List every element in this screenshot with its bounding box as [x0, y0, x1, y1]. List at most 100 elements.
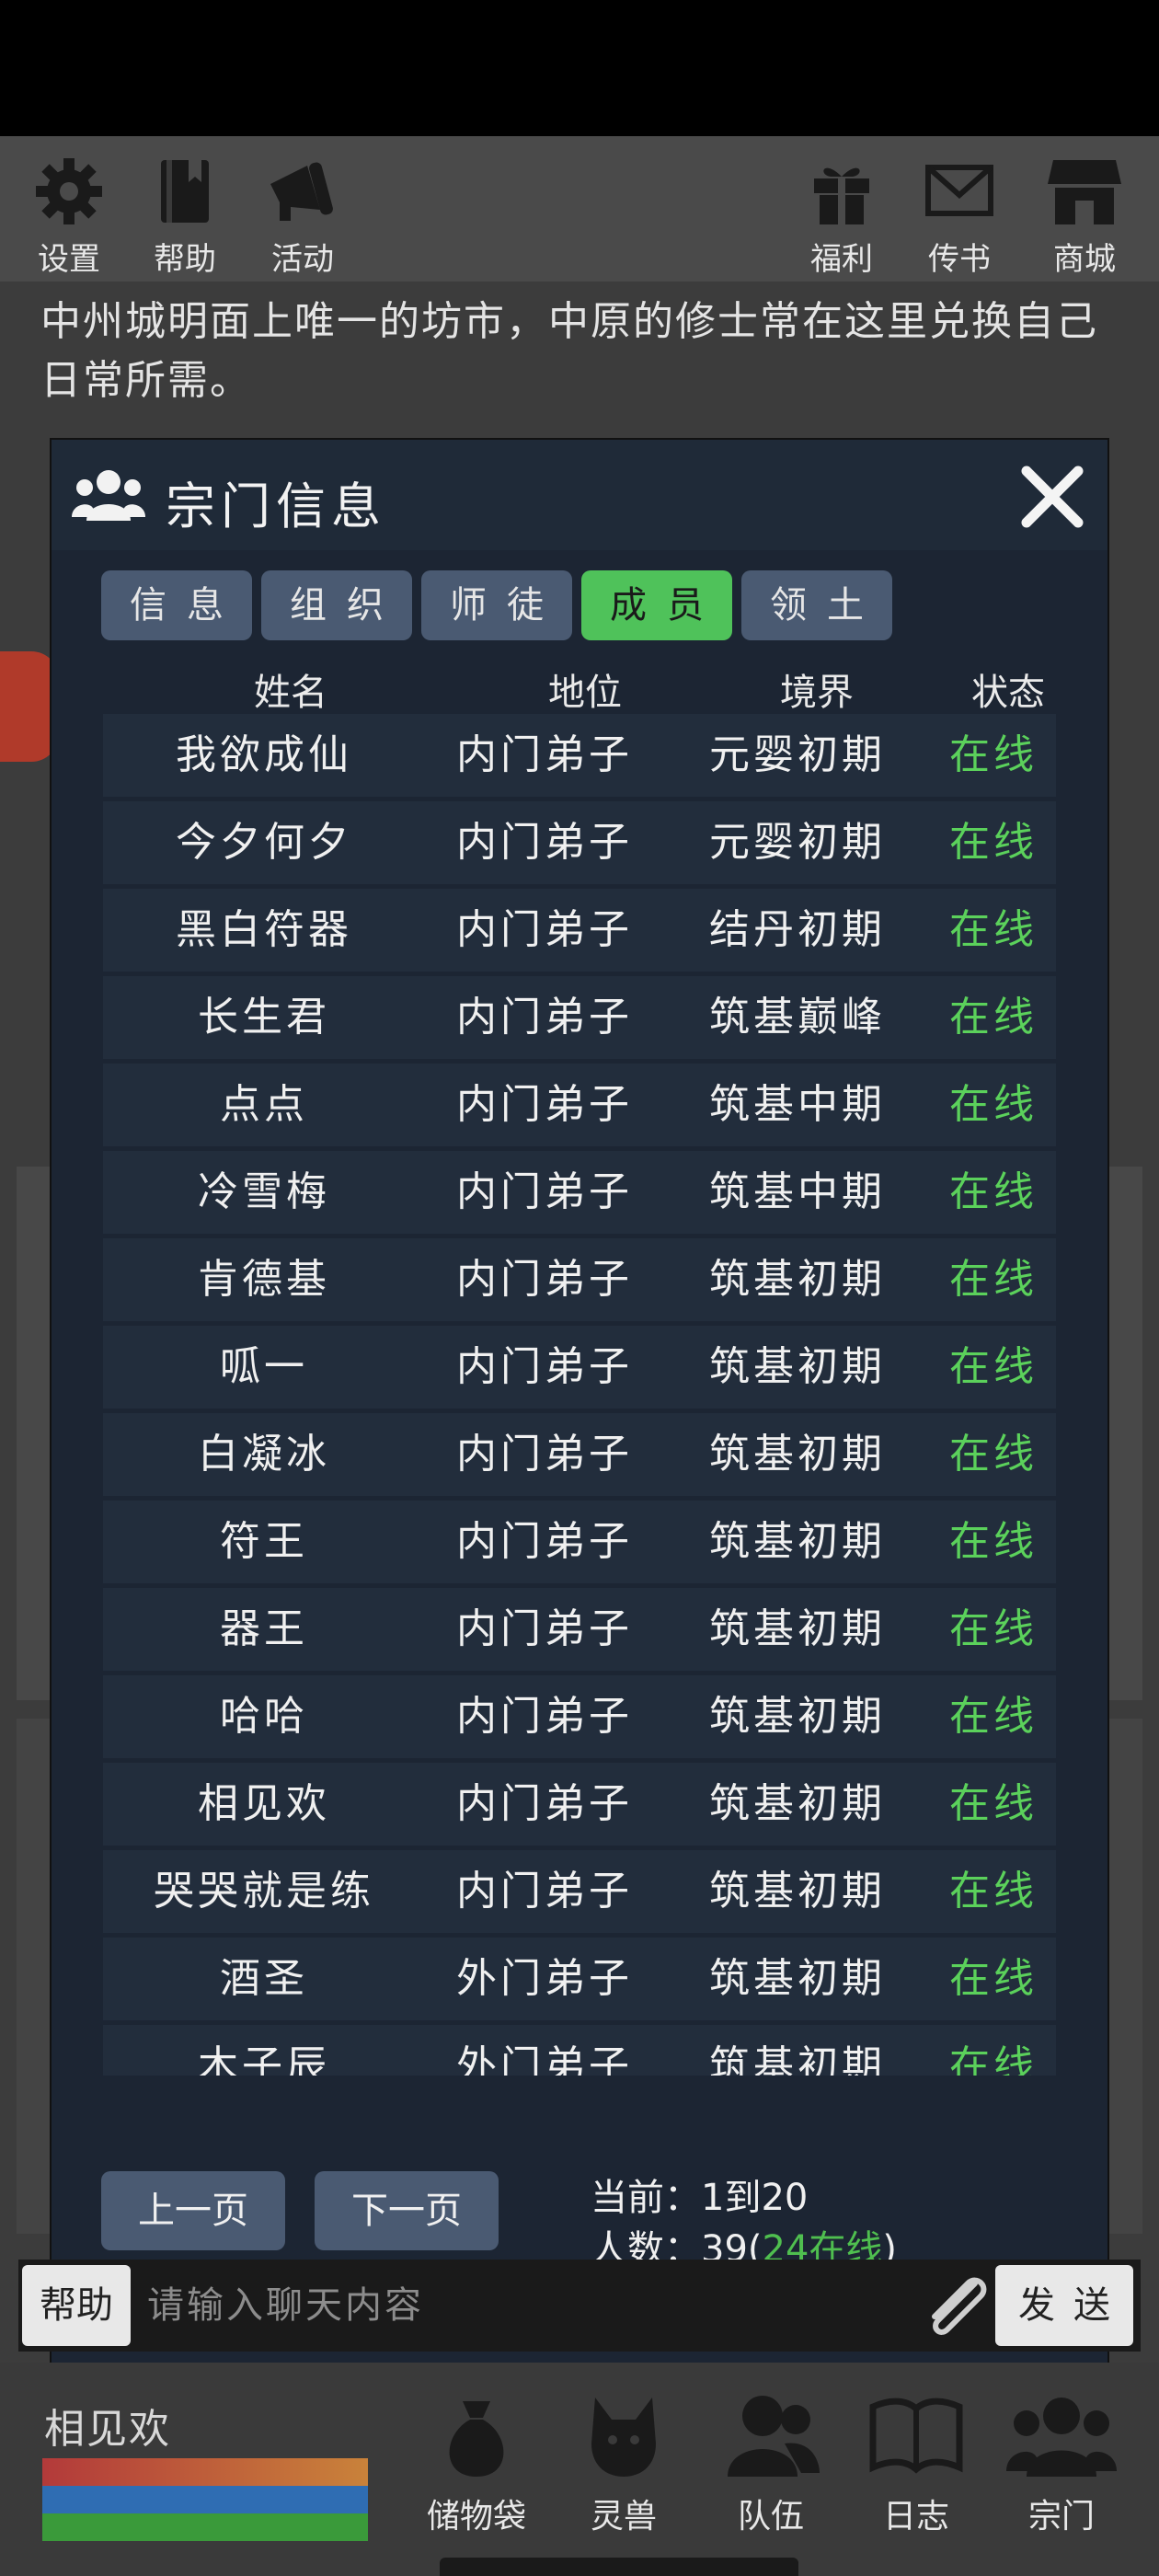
- nav-team-label: 队伍: [737, 2498, 804, 2536]
- sect-icon: [1006, 2398, 1117, 2477]
- member-row[interactable]: 我欲成仙 内门弟子 元婴初期 在线: [103, 714, 1056, 797]
- member-realm: 筑基初期: [709, 2042, 886, 2076]
- tab-organization[interactable]: 组织: [261, 570, 412, 640]
- nav-journal[interactable]: 日志: [852, 2388, 981, 2537]
- gear-icon: [36, 158, 102, 224]
- member-realm: 元婴初期: [709, 731, 886, 778]
- member-row[interactable]: 器王 内门弟子 筑基初期 在线: [103, 1588, 1056, 1671]
- member-row[interactable]: 肯德基 内门弟子 筑基初期 在线: [103, 1238, 1056, 1321]
- member-rank: 内门弟子: [456, 1780, 633, 1827]
- member-list[interactable]: 我欲成仙 内门弟子 元婴初期 在线 今夕何夕 内门弟子 元婴初期 在线 黑白符器 内门弟子 结丹初期…: [103, 714, 1056, 2076]
- member-name: 白凝冰: [198, 1431, 330, 1478]
- member-row[interactable]: 哈哈 内门弟子 筑基初期 在线: [103, 1675, 1056, 1758]
- member-rank: 内门弟子: [456, 1256, 633, 1303]
- prev-page-button[interactable]: 上一页: [101, 2171, 285, 2250]
- member-name: 今夕何夕: [176, 819, 352, 866]
- member-realm: 筑基中期: [709, 1081, 886, 1128]
- activity-button[interactable]: 活动: [252, 155, 353, 279]
- member-row[interactable]: 黑白符器 内门弟子 结丹初期 在线: [103, 889, 1056, 972]
- scrollbar[interactable]: [440, 2558, 798, 2576]
- member-row[interactable]: 符王 内门弟子 筑基初期 在线: [103, 1501, 1056, 1583]
- game-screen: 设置 帮助 活动 福利 传书 商城 中州城明面上唯一的坊市，中原的修士常在这里兑…: [0, 136, 1159, 2576]
- member-realm: 筑基初期: [709, 1868, 886, 1915]
- member-rank: 内门弟子: [456, 731, 633, 778]
- member-rank: 内门弟子: [456, 1081, 633, 1128]
- member-rank: 外门弟子: [456, 2042, 633, 2076]
- member-name: 冷雪梅: [198, 1168, 330, 1215]
- nav-sect-label: 宗门: [1027, 2498, 1095, 2536]
- member-realm: 筑基初期: [709, 1256, 886, 1303]
- location-description: 中州城明面上唯一的坊市，中原的修士常在这里兑换自己日常所需。: [40, 298, 1098, 404]
- member-realm: 元婴初期: [709, 819, 886, 866]
- tab-territory[interactable]: 领土: [741, 570, 892, 640]
- tab-members[interactable]: 成员: [581, 570, 732, 640]
- member-status: 在线: [949, 1431, 1038, 1478]
- exp-bar: [42, 2513, 368, 2541]
- column-header-name: 姓名: [254, 672, 327, 714]
- player-name: 相见欢: [44, 2406, 171, 2453]
- dialog-header: 宗门信息: [52, 440, 1107, 550]
- member-status: 在线: [949, 994, 1038, 1041]
- nav-storage-label: 储物袋: [426, 2498, 526, 2536]
- member-realm: 筑基初期: [709, 1518, 886, 1565]
- member-row[interactable]: 相见欢 内门弟子 筑基初期 在线: [103, 1763, 1056, 1846]
- current-range: 1到20: [701, 2177, 809, 2219]
- next-page-button[interactable]: 下一页: [315, 2171, 499, 2250]
- nav-storage-bag[interactable]: 储物袋: [412, 2388, 541, 2537]
- member-row[interactable]: 点点 内门弟子 筑基中期 在线: [103, 1064, 1056, 1146]
- member-realm: 结丹初期: [709, 906, 886, 953]
- book-icon: [161, 160, 209, 223]
- settings-button[interactable]: 设置: [18, 155, 120, 279]
- chat-input[interactable]: 请输入聊天内容: [147, 2260, 901, 2352]
- member-row[interactable]: 长生君 内门弟子 筑基巅峰 在线: [103, 976, 1056, 1059]
- nav-beast-label: 灵兽: [590, 2498, 657, 2536]
- member-status: 在线: [949, 2042, 1038, 2076]
- mail-button[interactable]: 传书: [909, 155, 1010, 279]
- tab-mentorship[interactable]: 师徒: [421, 570, 572, 640]
- member-name: 哈哈: [220, 1693, 308, 1740]
- side-tab-marker[interactable]: [0, 651, 59, 762]
- member-rank: 内门弟子: [456, 819, 633, 866]
- member-row[interactable]: 今夕何夕 内门弟子 元婴初期 在线: [103, 801, 1056, 884]
- tab-info[interactable]: 信息: [101, 570, 252, 640]
- top-bar: 设置 帮助 活动 福利 传书 商城: [0, 136, 1159, 282]
- member-realm: 筑基中期: [709, 1168, 886, 1215]
- member-name: 黑白符器: [176, 906, 352, 953]
- member-realm: 筑基初期: [709, 1605, 886, 1652]
- nav-sect[interactable]: 宗门: [997, 2388, 1126, 2537]
- member-status: 在线: [949, 1605, 1038, 1652]
- shop-icon: [1048, 160, 1121, 224]
- member-rank: 外门弟子: [456, 1955, 633, 2002]
- member-row[interactable]: 冷雪梅 内门弟子 筑基中期 在线: [103, 1151, 1056, 1234]
- member-status: 在线: [949, 1868, 1038, 1915]
- envelope-icon: [925, 165, 993, 216]
- member-status: 在线: [949, 1693, 1038, 1740]
- bag-icon: [449, 2401, 504, 2477]
- send-button[interactable]: 发送: [995, 2265, 1133, 2346]
- member-row[interactable]: 哭哭就是练 内门弟子 筑基初期 在线: [103, 1850, 1056, 1933]
- member-rank: 内门弟子: [456, 1168, 633, 1215]
- member-row[interactable]: 木子辰 外门弟子 筑基初期 在线: [103, 2025, 1056, 2076]
- member-row[interactable]: 酒圣 外门弟子 筑基初期 在线: [103, 1938, 1056, 2020]
- nav-team[interactable]: 队伍: [706, 2388, 835, 2537]
- chat-help-button[interactable]: 帮助: [22, 2265, 131, 2346]
- member-name: 器王: [220, 1605, 308, 1652]
- close-icon[interactable]: [1017, 462, 1087, 532]
- member-realm: 筑基初期: [709, 1955, 886, 2002]
- help-top-label: 帮助: [154, 241, 216, 278]
- welfare-button[interactable]: 福利: [791, 155, 892, 279]
- member-row[interactable]: 白凝冰 内门弟子 筑基初期 在线: [103, 1413, 1056, 1496]
- member-rank: 内门弟子: [456, 1431, 633, 1478]
- column-header-status: 状态: [971, 672, 1045, 714]
- member-realm: 筑基初期: [709, 1343, 886, 1390]
- member-row[interactable]: 呱一 内门弟子 筑基初期 在线: [103, 1326, 1056, 1409]
- member-status: 在线: [949, 819, 1038, 866]
- bottom-panel: 相见欢 储物袋 灵兽 队伍 日志 宗门: [0, 2363, 1159, 2576]
- nav-spirit-beast[interactable]: 灵兽: [559, 2388, 688, 2537]
- shop-button[interactable]: 商城: [1034, 155, 1135, 279]
- member-name: 哭哭就是练: [154, 1868, 374, 1915]
- help-top-button[interactable]: 帮助: [134, 155, 235, 279]
- mail-label: 传书: [928, 241, 991, 278]
- group-icon: [72, 470, 145, 521]
- paperclip-icon[interactable]: [918, 2271, 992, 2340]
